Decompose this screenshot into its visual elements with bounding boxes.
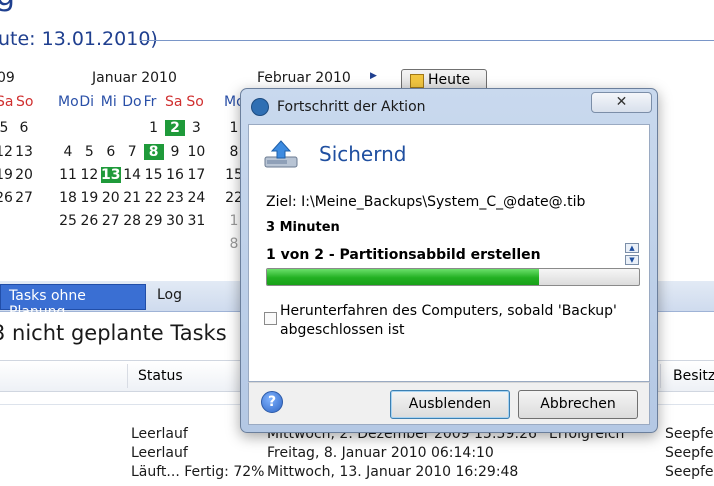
backup-icon — [264, 140, 298, 168]
calendar-day[interactable]: 16 — [165, 167, 185, 183]
list-title: 3 nicht geplante Tasks — [0, 321, 227, 345]
time-remaining: 3 Minuten — [266, 220, 340, 232]
calendar-weekday-header: So — [186, 94, 204, 110]
help-icon[interactable]: ? — [261, 391, 283, 413]
calendar-day[interactable]: 17 — [186, 167, 206, 183]
calendar-weekday-header: Mo — [58, 94, 79, 110]
calendar-day[interactable]: 25 — [58, 213, 78, 229]
task-last-run: Mittwoch, 13. Januar 2010 16:29:48 — [267, 464, 519, 480]
shutdown-checkbox-label[interactable]: Herunterfahren des Computers, sobald 'Ba… — [280, 302, 625, 340]
calendar-day[interactable]: 12 — [79, 167, 99, 183]
current-step: 1 von 2 - Partitionsabbild erstellen — [266, 247, 541, 263]
task-status: Läuft... Fertig: 72% — [131, 464, 265, 480]
column-header-status[interactable]: Status — [138, 368, 183, 384]
calendar-day[interactable]: 15 — [144, 167, 164, 183]
calendar-day[interactable]: 11 — [58, 167, 78, 183]
backup-target: Ziel: I:\Meine_Backups\System_C_@date@.t… — [266, 194, 586, 210]
task-last-run: Freitag, 8. Januar 2010 06:14:10 — [267, 445, 494, 461]
calendar-day[interactable]: 28 — [122, 213, 142, 229]
calendar-day[interactable]: 26 — [79, 213, 99, 229]
calendar-day[interactable]: 4 — [58, 144, 78, 160]
task-status: Leerlauf — [131, 426, 188, 442]
calendar-weekday-header: Sa — [165, 94, 183, 110]
details-toggle[interactable]: ▲ ▼ — [625, 243, 639, 265]
calendar-day[interactable]: 23 — [165, 190, 185, 206]
calendar-weekday-header: Di — [79, 94, 95, 110]
progress-bar-fill — [267, 269, 539, 285]
calendar-day[interactable]: 31 — [186, 213, 206, 229]
calendar-day[interactable]: 19 — [0, 167, 14, 183]
subtitle-divider — [140, 40, 714, 41]
calendar-next-icon[interactable]: ▶ — [370, 71, 377, 81]
calendar-weekday-header: Do — [122, 94, 142, 110]
task-status: Leerlauf — [131, 445, 188, 461]
dialog-content: Sichernd Ziel: I:\Meine_Backups\System_C… — [248, 124, 650, 382]
calendar-day[interactable]: 20 — [14, 167, 34, 183]
calendar-day[interactable]: 3 — [186, 120, 206, 136]
chevron-down-icon[interactable]: ▼ — [625, 255, 639, 265]
tab-tasks-unscheduled[interactable]: Tasks ohne Planung — [0, 284, 146, 320]
calendar-day[interactable]: 1 — [144, 120, 164, 136]
calendar-day[interactable]: 14 — [122, 167, 142, 183]
page-title: g — [0, 0, 15, 13]
chevron-up-icon[interactable]: ▲ — [625, 243, 639, 253]
calendar-day[interactable]: 24 — [186, 190, 206, 206]
task-owner: Seepfer — [665, 464, 714, 480]
calendar-day[interactable]: 21 — [122, 190, 142, 206]
operation-title: Sichernd — [319, 142, 407, 166]
calendar-day[interactable]: 13 — [100, 167, 121, 183]
column-separator[interactable] — [660, 364, 661, 388]
calendar-day[interactable]: 20 — [101, 190, 121, 206]
calendar-today-icon — [410, 74, 424, 88]
calendar-weekday-header: Fr — [143, 94, 157, 110]
tab-log[interactable]: Log — [157, 287, 182, 303]
today-button-label: Heute — [428, 72, 471, 88]
column-header-owner[interactable]: Besitze — [673, 368, 714, 384]
dialog-footer: ? Ausblenden Abbrechen — [248, 382, 650, 425]
calendar-day[interactable]: 10 — [186, 144, 206, 160]
calendar-weekday-header: So — [16, 94, 34, 110]
calendar-day[interactable]: 9 — [165, 144, 185, 160]
calendar-day[interactable]: 19 — [79, 190, 99, 206]
calendar-day[interactable]: 27 — [101, 213, 121, 229]
column-separator[interactable] — [127, 364, 128, 388]
calendar-day[interactable]: 6 — [101, 144, 121, 160]
hide-button[interactable]: Ausblenden — [390, 390, 510, 419]
task-owner: Seepfer — [665, 445, 714, 461]
progress-dialog: Fortschritt der Aktion ✕ Sichernd Ziel: … — [240, 88, 658, 433]
calendar-weekday-header: Sa — [0, 94, 14, 110]
calendar-day[interactable]: 12 — [0, 144, 14, 160]
page-subtitle: ute: 13.01.2010) — [0, 28, 158, 50]
app-icon — [251, 98, 269, 116]
calendar-day[interactable]: 7 — [122, 144, 142, 160]
calendar-day[interactable]: 2 — [165, 120, 185, 136]
close-button[interactable]: ✕ — [591, 92, 652, 113]
calendar-day[interactable]: 26 — [0, 190, 14, 206]
calendar-day[interactable]: 18 — [58, 190, 78, 206]
calendar-day[interactable]: 27 — [14, 190, 34, 206]
calendar-month-february: Februar 2010 — [257, 70, 351, 86]
calendar-day[interactable]: 5 — [79, 144, 99, 160]
calendar-weekday-header: Mi — [100, 94, 117, 110]
calendar-day[interactable]: 5 — [0, 120, 14, 136]
calendar-month-january: Januar 2010 — [92, 70, 177, 86]
calendar-day[interactable]: 22 — [144, 190, 164, 206]
calendar-day[interactable]: 29 — [144, 213, 164, 229]
cancel-button[interactable]: Abbrechen — [518, 390, 638, 419]
calendar-day[interactable]: 13 — [14, 144, 34, 160]
dialog-title: Fortschritt der Aktion — [277, 99, 426, 115]
calendar-prev-month: 09 — [0, 70, 15, 86]
calendar-day[interactable]: 30 — [165, 213, 185, 229]
shutdown-checkbox[interactable] — [264, 312, 277, 325]
progress-bar — [266, 268, 640, 286]
calendar-day[interactable]: 8 — [143, 144, 164, 160]
calendar-day[interactable]: 6 — [14, 120, 34, 136]
task-owner: Seepfer — [665, 426, 714, 442]
